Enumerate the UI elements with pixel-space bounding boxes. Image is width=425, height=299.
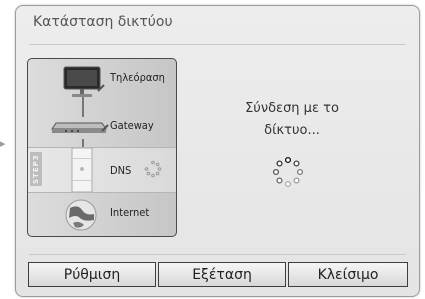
network-status-dialog: Κατάσταση δικτύου Τηλεόραση Gateway STEP… [15, 5, 420, 297]
button-divider [29, 254, 406, 255]
close-button[interactable]: Κλείσιμο [288, 262, 408, 287]
connection-steps-panel: Τηλεόραση Gateway STEP3 DNS Internet [27, 58, 177, 237]
test-button[interactable]: Εξέταση [158, 262, 286, 287]
step-internet: Internet [28, 192, 176, 236]
server-icon [71, 148, 93, 192]
side-arrow-icon: ▸ [0, 137, 6, 150]
connection-status-text: Σύνδεση με το δίκτυο... [192, 98, 392, 142]
step-tv-label: Τηλεόραση [110, 71, 165, 84]
router-icon [51, 122, 109, 133]
step-gateway: Gateway [28, 103, 176, 147]
title-divider [29, 44, 406, 45]
step-dns: STEP3 DNS [28, 147, 176, 193]
dialog-title: Κατάσταση δικτύου [33, 14, 173, 30]
loading-spinner-icon [272, 156, 304, 188]
step-tag: STEP3 [30, 152, 42, 186]
setup-button[interactable]: Ρύθμιση [28, 262, 156, 287]
step-spinner-icon [144, 160, 162, 178]
globe-icon [65, 199, 97, 231]
status-line-2: δίκτυο... [264, 123, 320, 138]
status-line-1: Σύνδεση με το [245, 101, 339, 116]
step-gateway-label: Gateway [110, 119, 154, 132]
step-internet-label: Internet [110, 206, 150, 219]
step-tv: Τηλεόραση [28, 59, 176, 103]
step-dns-label: DNS [110, 164, 132, 177]
